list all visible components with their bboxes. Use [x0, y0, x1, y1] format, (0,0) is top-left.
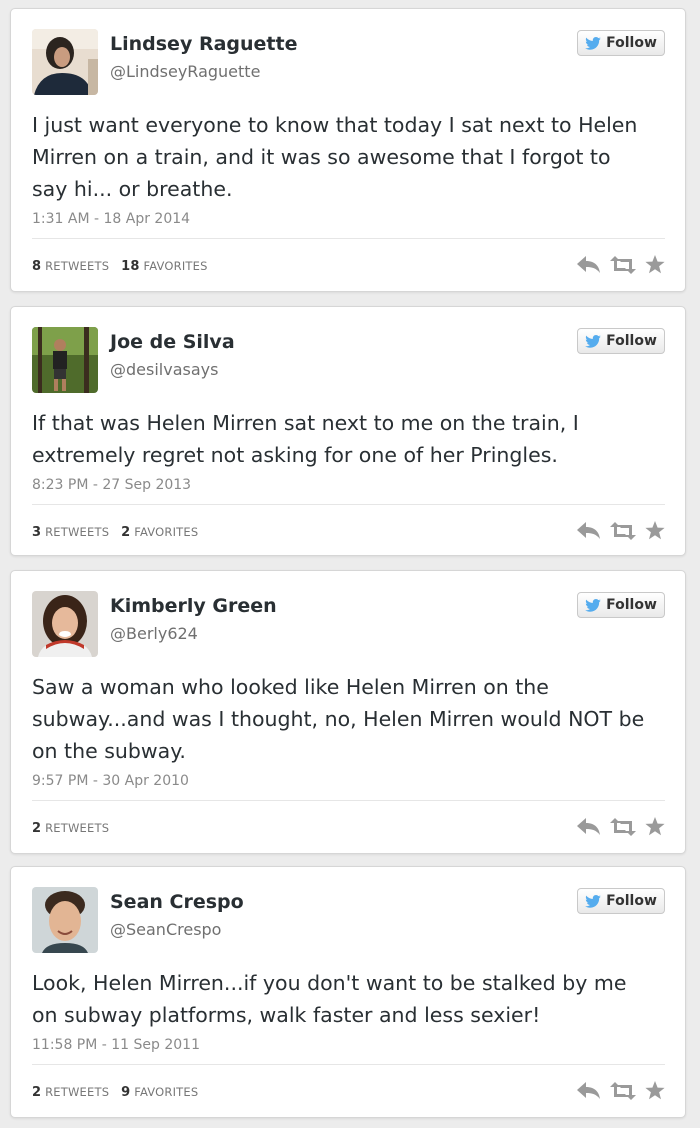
tweet-timestamp[interactable]: 8:23 PM - 27 Sep 2013 — [32, 477, 191, 493]
retweet-count[interactable]: 8 — [32, 259, 41, 274]
retweet-icon[interactable] — [610, 1081, 636, 1100]
retweets-label: RETWEETS — [45, 259, 110, 273]
tweet-card: Sean Crespo @SeanCrespo Follow Look, Hel… — [10, 866, 686, 1118]
user-handle[interactable]: @desilvasays — [110, 360, 218, 379]
user-handle[interactable]: @LindseyRaguette — [110, 62, 260, 81]
tweet-stats: 3 RETWEETS 2 FAVORITES — [32, 525, 198, 540]
user-handle[interactable]: @Berly624 — [110, 624, 198, 643]
user-handle[interactable]: @SeanCrespo — [110, 920, 221, 939]
favorites-label: FAVORITES — [134, 1085, 199, 1099]
retweet-count[interactable]: 2 — [32, 821, 41, 836]
reply-icon[interactable] — [577, 1081, 601, 1100]
user-name[interactable]: Joe de Silva — [110, 331, 235, 353]
tweet-actions — [577, 521, 665, 540]
twitter-bird-icon — [585, 36, 601, 50]
tweet-text: If that was Helen Mirren sat next to me … — [32, 411, 579, 467]
tweet-timestamp[interactable]: 9:57 PM - 30 Apr 2010 — [32, 773, 189, 789]
tweet-timestamp[interactable]: 11:58 PM - 11 Sep 2011 — [32, 1037, 200, 1053]
tweet-actions — [577, 817, 665, 836]
avatar-image — [32, 591, 98, 657]
favorite-count[interactable]: 2 — [121, 525, 130, 540]
favorites-label: FAVORITES — [134, 525, 199, 539]
follow-label: Follow — [606, 35, 657, 51]
divider — [32, 1064, 665, 1065]
retweets-label: RETWEETS — [45, 1085, 110, 1099]
reply-icon[interactable] — [577, 817, 601, 836]
tweet-stats: 2 RETWEETS — [32, 821, 109, 836]
follow-button[interactable]: Follow — [577, 592, 665, 618]
user-name[interactable]: Kimberly Green — [110, 595, 277, 617]
avatar-image — [32, 327, 98, 393]
divider — [32, 504, 665, 505]
divider — [32, 800, 665, 801]
reply-icon[interactable] — [577, 521, 601, 540]
favorite-count[interactable]: 18 — [121, 259, 140, 274]
retweet-count[interactable]: 3 — [32, 525, 41, 540]
tweet-card: Joe de Silva @desilvasays Follow If that… — [10, 306, 686, 556]
twitter-bird-icon — [585, 894, 601, 908]
favorites-label: FAVORITES — [143, 259, 208, 273]
follow-label: Follow — [606, 893, 657, 909]
tweet-text: Saw a woman who looked like Helen Mirren… — [32, 675, 645, 763]
user-name[interactable]: Sean Crespo — [110, 891, 244, 913]
twitter-bird-icon — [585, 334, 601, 348]
tweet-timestamp[interactable]: 1:31 AM - 18 Apr 2014 — [32, 211, 190, 227]
avatar[interactable] — [32, 29, 98, 95]
avatar[interactable] — [32, 327, 98, 393]
tweet-actions — [577, 1081, 665, 1100]
tweet-text: I just want everyone to know that today … — [32, 113, 638, 201]
divider — [32, 238, 665, 239]
star-icon[interactable] — [645, 1081, 665, 1100]
retweet-count[interactable]: 2 — [32, 1085, 41, 1100]
star-icon[interactable] — [645, 255, 665, 274]
follow-button[interactable]: Follow — [577, 888, 665, 914]
favorite-count[interactable]: 9 — [121, 1085, 130, 1100]
follow-label: Follow — [606, 333, 657, 349]
tweet-stats: 2 RETWEETS 9 FAVORITES — [32, 1085, 198, 1100]
follow-button[interactable]: Follow — [577, 328, 665, 354]
follow-button[interactable]: Follow — [577, 30, 665, 56]
twitter-bird-icon — [585, 598, 601, 612]
avatar[interactable] — [32, 887, 98, 953]
star-icon[interactable] — [645, 521, 665, 540]
reply-icon[interactable] — [577, 255, 601, 274]
user-name[interactable]: Lindsey Raguette — [110, 33, 297, 55]
tweet-stats: 8 RETWEETS 18 FAVORITES — [32, 259, 208, 274]
avatar-image — [32, 29, 98, 95]
retweet-icon[interactable] — [610, 521, 636, 540]
avatar-image — [32, 887, 98, 953]
retweet-icon[interactable] — [610, 817, 636, 836]
tweet-actions — [577, 255, 665, 274]
tweet-card: Kimberly Green @Berly624 Follow Saw a wo… — [10, 570, 686, 854]
tweet-text: Look, Helen Mirren...if you don't want t… — [32, 971, 627, 1027]
retweets-label: RETWEETS — [45, 525, 110, 539]
avatar[interactable] — [32, 591, 98, 657]
follow-label: Follow — [606, 597, 657, 613]
retweet-icon[interactable] — [610, 255, 636, 274]
star-icon[interactable] — [645, 817, 665, 836]
retweets-label: RETWEETS — [45, 821, 110, 835]
tweet-card: Lindsey Raguette @LindseyRaguette Follow… — [10, 8, 686, 292]
